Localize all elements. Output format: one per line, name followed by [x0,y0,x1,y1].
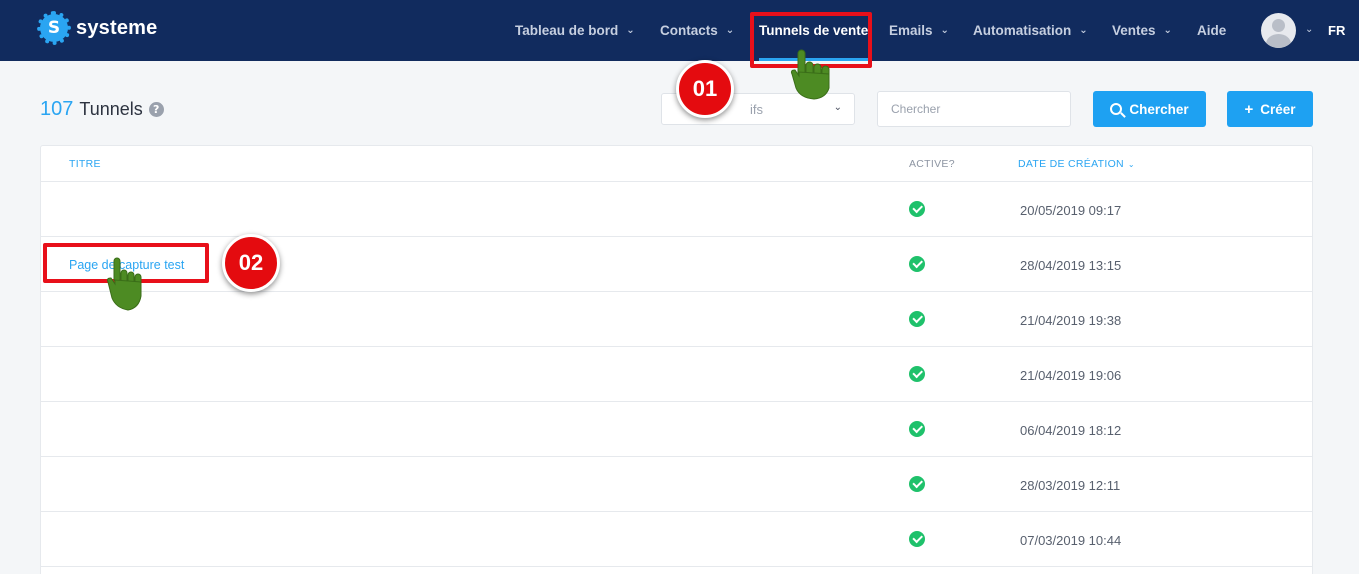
avatar-head [1272,19,1285,32]
tunnel-count: 107 [40,98,74,120]
active-check-icon [909,311,925,327]
chevron-down-icon: ⌄ [1163,25,1172,36]
column-header-date[interactable]: DATE DE CRÉATION ⌄ [1018,158,1135,170]
nav-item-tunnels-de-vente[interactable]: Tunnels de vente [759,0,869,61]
user-avatar[interactable] [1261,13,1296,48]
table-row: 20/05/2019 09:17 [41,182,1312,237]
question-circle-icon[interactable]: ? [148,102,164,117]
tunnel-title-link[interactable]: Page de capture test [69,258,184,272]
active-check-icon [909,476,925,492]
logo-badge-icon: S [37,11,71,45]
creation-date: 20/05/2019 09:17 [1020,203,1122,218]
create-button[interactable]: + Créer [1227,91,1313,127]
step-badge-02: 02 [222,234,280,292]
systeme-logo[interactable]: S systeme [37,11,158,45]
nav-item-ventes[interactable]: Ventes ⌄ [1112,0,1172,61]
chevron-down-icon[interactable]: ⌄ [1305,24,1313,35]
plus-icon: + [1244,100,1254,118]
nav-item-aide[interactable]: Aide [1197,0,1226,61]
avatar-body [1266,34,1291,48]
table-row: 28/03/2019 12:11 [41,457,1312,512]
creation-date: 21/04/2019 19:06 [1020,368,1122,383]
table-row: 07/03/2019 10:44 [41,512,1312,567]
nav-item-contacts[interactable]: Contacts ⌄ [660,0,734,61]
language-switcher[interactable]: FR [1328,23,1345,38]
creation-date: 28/03/2019 12:11 [1020,478,1121,493]
chevron-down-icon: ⌄ [833,102,842,113]
active-check-icon [909,531,925,547]
chevron-down-icon: ⌄ [940,25,949,36]
chevron-down-icon: ⌄ [725,25,735,36]
page-title: 107 Tunnels ? [40,98,164,121]
chevron-down-icon: ⌄ [1079,25,1088,36]
table-row: 06/04/2019 18:12 [41,402,1312,457]
active-check-icon [909,366,925,382]
sort-chevron-icon: ⌄ [1127,160,1135,169]
nav-item-emails[interactable]: Emails ⌄ [889,0,949,61]
column-header-active: ACTIVE? [909,158,955,170]
chevron-down-icon: ⌄ [626,25,635,36]
step-badge-01: 01 [676,60,734,118]
nav-item-automatisation[interactable]: Automatisation ⌄ [973,0,1088,61]
search-icon [1110,103,1123,115]
page-title-label: Tunnels [79,99,143,119]
table-header: TITRE ACTIVE? DATE DE CRÉATION ⌄ [41,146,1312,182]
active-check-icon [909,421,925,437]
creation-date: 07/03/2019 10:44 [1020,533,1122,548]
search-button[interactable]: Chercher [1093,91,1206,127]
creation-date: 28/04/2019 13:15 [1020,258,1122,273]
nav-item-tableau-de-bord[interactable]: Tableau de bord ⌄ [515,0,635,61]
column-header-title[interactable]: TITRE [69,158,101,170]
creation-date: 21/04/2019 19:38 [1020,313,1122,328]
creation-date: 06/04/2019 18:12 [1020,423,1122,438]
table-row: 21/04/2019 19:06 [41,347,1312,402]
search-input[interactable] [877,91,1071,127]
active-check-icon [909,201,925,217]
tunnels-table: TITRE ACTIVE? DATE DE CRÉATION ⌄ 20/05/20… [40,145,1313,574]
logo-text: systeme [76,16,158,39]
top-navigation-bar: S systeme Tableau de bord ⌄ Contacts ⌄ Tun… [0,0,1359,61]
table-row: 21/04/2019 19:38 [41,292,1312,347]
active-check-icon [909,256,925,272]
